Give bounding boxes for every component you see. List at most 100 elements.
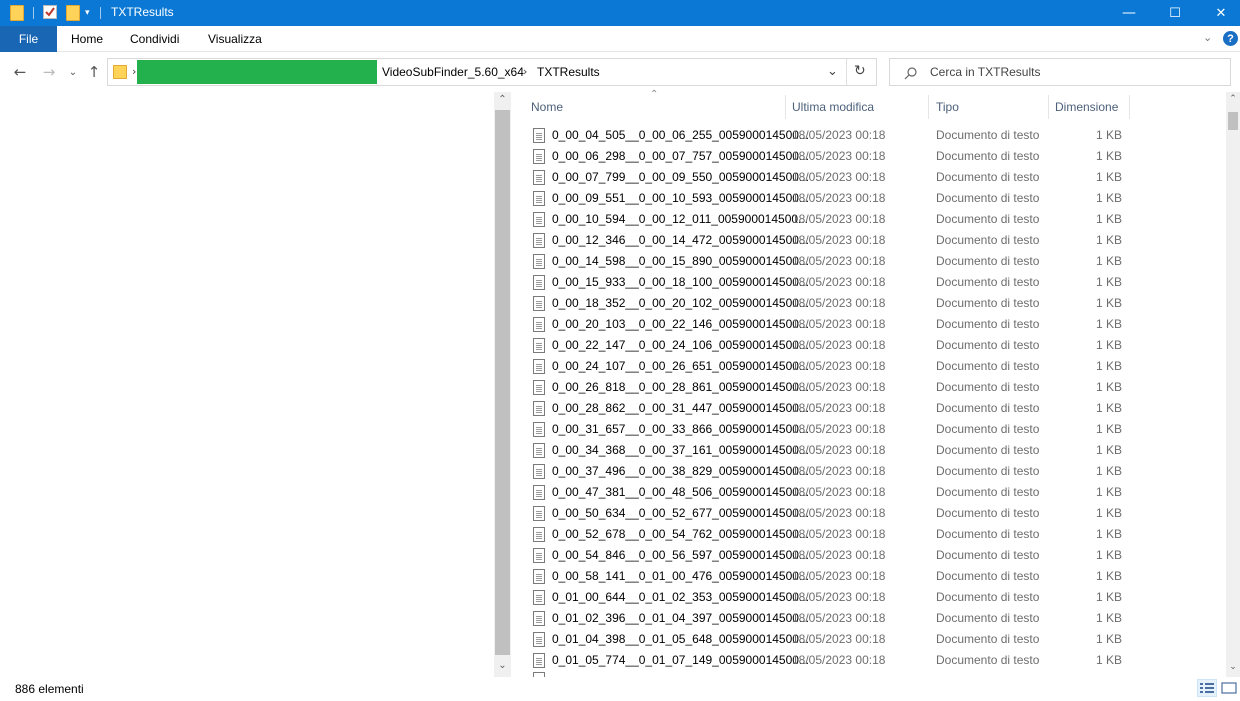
file-row[interactable]: 0_00_52_678__0_00_54_762_005900014500...… xyxy=(527,524,1227,545)
close-button[interactable]: ✕ xyxy=(1198,0,1240,26)
file-modified: 18/05/2023 00:18 xyxy=(792,443,886,457)
column-header-size[interactable]: Dimensione xyxy=(1055,92,1118,122)
file-row[interactable]: 0_00_22_147__0_00_24_106_005900014500...… xyxy=(527,335,1227,356)
text-file-icon xyxy=(533,191,545,206)
tab-file[interactable]: File xyxy=(0,26,57,52)
file-row[interactable]: 0_00_07_799__0_00_09_550_005900014500...… xyxy=(527,167,1227,188)
search-box[interactable]: Cerca in TXTResults xyxy=(889,58,1231,86)
scroll-thumb[interactable] xyxy=(1228,112,1238,130)
navigation-pane-scrollbar[interactable]: ⌃ ⌄ xyxy=(494,92,511,677)
search-input[interactable]: Cerca in TXTResults xyxy=(930,65,1040,79)
column-header-name[interactable]: Nome xyxy=(531,92,563,122)
scroll-up-icon[interactable]: ⌃ xyxy=(494,94,511,105)
file-modified: 18/05/2023 00:18 xyxy=(792,380,886,394)
up-icon[interactable]: ↑ xyxy=(84,62,104,82)
file-row[interactable]: 0_01_00_644__0_01_02_353_005900014500...… xyxy=(527,587,1227,608)
details-view-icon xyxy=(1200,683,1214,693)
file-row[interactable]: 0_00_20_103__0_00_22_146_005900014500...… xyxy=(527,314,1227,335)
scroll-up-icon[interactable]: ⌃ xyxy=(1226,94,1240,104)
file-size: 1 KB xyxy=(1095,233,1122,247)
chevron-down-icon[interactable]: ⌄ xyxy=(1203,31,1212,44)
file-size: 1 KB xyxy=(1095,401,1122,415)
ribbon: File Home Condividi Visualizza ⌄ ? xyxy=(0,26,1240,52)
column-divider[interactable] xyxy=(1048,95,1049,119)
file-row[interactable]: 0_00_28_862__0_00_31_447_005900014500...… xyxy=(527,398,1227,419)
file-row[interactable]: 0_00_34_368__0_00_37_161_005900014500...… xyxy=(527,440,1227,461)
file-size: 1 KB xyxy=(1095,359,1122,373)
column-divider[interactable] xyxy=(1129,95,1130,119)
file-row[interactable]: 0_00_12_346__0_00_14_472_005900014500...… xyxy=(527,230,1227,251)
scroll-thumb[interactable] xyxy=(495,110,510,655)
file-modified: 18/05/2023 00:18 xyxy=(792,632,886,646)
file-row[interactable]: 0_01_02_396__0_01_04_397_005900014500...… xyxy=(527,608,1227,629)
minimize-button[interactable]: — xyxy=(1106,0,1152,26)
refresh-icon[interactable]: ↻ xyxy=(854,63,866,79)
file-modified: 18/05/2023 00:18 xyxy=(792,485,886,499)
status-bar: 886 elementi xyxy=(0,677,1240,701)
file-modified: 18/05/2023 00:18 xyxy=(792,422,886,436)
file-row[interactable]: 0_00_24_107__0_00_26_651_005900014500...… xyxy=(527,356,1227,377)
file-row[interactable]: 0_00_58_141__0_01_00_476_005900014500...… xyxy=(527,566,1227,587)
address-dropdown-icon[interactable]: ⌄ xyxy=(827,64,838,79)
recent-locations-icon[interactable]: ⌄ xyxy=(63,62,83,82)
column-header-modified[interactable]: Ultima modifica xyxy=(792,92,874,122)
file-row[interactable]: 0_00_37_496__0_00_38_829_005900014500...… xyxy=(527,461,1227,482)
file-size: 1 KB xyxy=(1095,317,1122,331)
address-bar[interactable]: › VideoSubFinder_5.60_x64 › TXTResults ⌄… xyxy=(107,58,877,86)
breadcrumb-item[interactable]: TXTResults xyxy=(537,65,600,79)
text-file-icon xyxy=(533,275,545,290)
maximize-button[interactable]: ☐ xyxy=(1152,0,1198,26)
file-row[interactable]: 0_00_26_818__0_00_28_861_005900014500...… xyxy=(527,377,1227,398)
file-row[interactable]: 0_00_15_933__0_00_18_100_005900014500...… xyxy=(527,272,1227,293)
file-modified: 18/05/2023 00:18 xyxy=(792,191,886,205)
file-row[interactable]: 0_00_04_505__0_00_06_255_005900014500...… xyxy=(527,125,1227,146)
file-type: Documento di testo xyxy=(936,485,1040,499)
file-row[interactable]: 0_00_18_352__0_00_20_102_005900014500...… xyxy=(527,293,1227,314)
breadcrumb-chevron-icon[interactable]: › xyxy=(523,65,527,78)
file-size: 1 KB xyxy=(1095,338,1122,352)
file-row[interactable]: 0_00_10_594__0_00_12_011_005900014500...… xyxy=(527,209,1227,230)
file-name: 0_01_04_398__0_01_05_648_005900014500... xyxy=(552,632,809,646)
redacted-path xyxy=(137,60,377,84)
tab-visualizza[interactable]: Visualizza xyxy=(208,26,262,52)
folder-icon[interactable] xyxy=(10,5,24,21)
file-size: 1 KB xyxy=(1095,422,1122,436)
tab-home[interactable]: Home xyxy=(71,26,103,52)
file-row[interactable]: 0_00_50_634__0_00_52_677_005900014500...… xyxy=(527,503,1227,524)
file-list-scrollbar[interactable]: ⌃ ⌄ xyxy=(1226,92,1240,677)
back-icon[interactable]: ← xyxy=(10,62,30,82)
file-row[interactable]: 0_01_05_774__0_01_07_149_005900014500...… xyxy=(527,650,1227,671)
file-row[interactable]: 0_00_47_381__0_00_48_506_005900014500...… xyxy=(527,482,1227,503)
file-modified: 18/05/2023 00:18 xyxy=(792,170,886,184)
forward-icon[interactable]: → xyxy=(39,62,59,82)
large-icons-view-button[interactable] xyxy=(1219,679,1239,697)
new-folder-icon[interactable] xyxy=(66,5,80,21)
column-divider[interactable] xyxy=(785,95,786,119)
file-row[interactable]: 0_01_04_398__0_01_05_648_005900014500...… xyxy=(527,629,1227,650)
file-size: 1 KB xyxy=(1095,653,1122,667)
column-divider[interactable] xyxy=(928,95,929,119)
navigation-pane[interactable] xyxy=(0,92,494,677)
customize-quick-access-icon[interactable]: ▾ xyxy=(85,8,90,24)
file-modified: 18/05/2023 00:18 xyxy=(792,464,886,478)
scroll-down-icon[interactable]: ⌄ xyxy=(494,660,511,671)
breadcrumb-chevron-icon[interactable]: › xyxy=(132,65,136,78)
file-row[interactable]: 0_00_09_551__0_00_10_593_005900014500...… xyxy=(527,188,1227,209)
scroll-down-icon[interactable]: ⌄ xyxy=(1226,662,1240,672)
text-file-icon xyxy=(533,611,545,626)
file-type: Documento di testo xyxy=(936,506,1040,520)
file-row[interactable]: 0_00_06_298__0_00_07_757_005900014500...… xyxy=(527,146,1227,167)
file-row[interactable]: 0_00_31_657__0_00_33_866_005900014500...… xyxy=(527,419,1227,440)
file-row[interactable]: 0_00_54_846__0_00_56_597_005900014500...… xyxy=(527,545,1227,566)
details-view-button[interactable] xyxy=(1197,679,1217,697)
file-modified: 18/05/2023 00:18 xyxy=(792,212,886,226)
file-name: 0_00_14_598__0_00_15_890_005900014500... xyxy=(552,254,809,268)
file-modified: 18/05/2023 00:18 xyxy=(792,548,886,562)
tab-condividi[interactable]: Condividi xyxy=(130,26,179,52)
breadcrumb-item[interactable]: VideoSubFinder_5.60_x64 xyxy=(382,65,524,79)
file-row[interactable]: 0_00_14_598__0_00_15_890_005900014500...… xyxy=(527,251,1227,272)
text-file-icon xyxy=(533,128,545,143)
column-header-type[interactable]: Tipo xyxy=(936,92,959,122)
properties-icon[interactable] xyxy=(43,5,57,19)
help-icon[interactable]: ? xyxy=(1223,31,1238,46)
